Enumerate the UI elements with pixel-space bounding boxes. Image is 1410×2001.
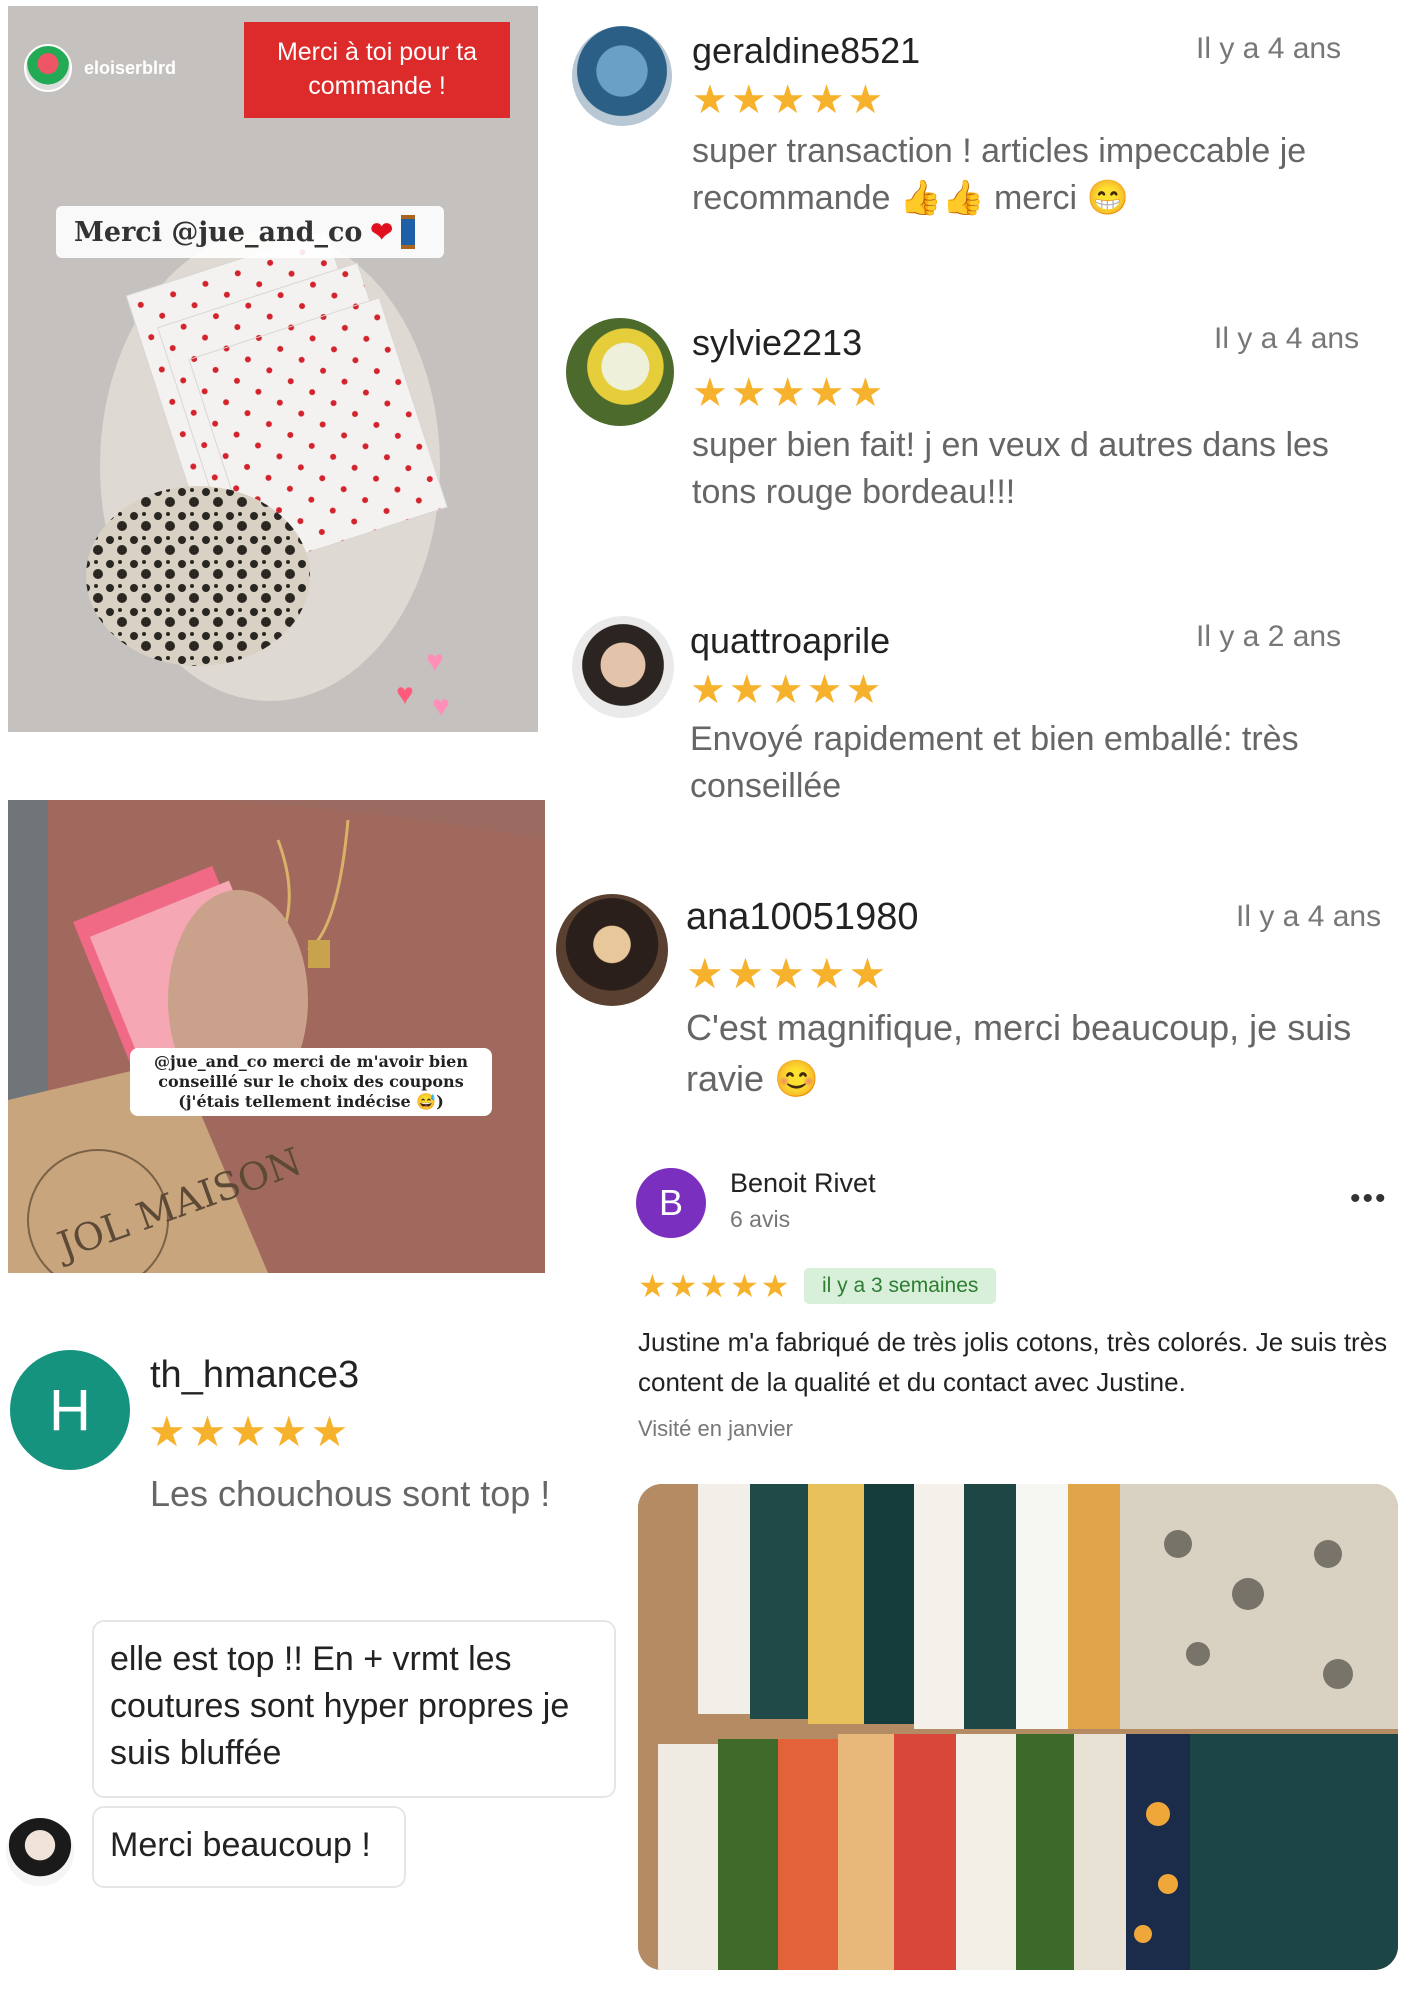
review-stars: ★★★★★ [638,1268,792,1304]
story-username-label: eloiserblrd [84,57,177,78]
avatar-sylvie[interactable] [566,318,674,426]
heart-icon: ❤ [370,216,394,248]
review-time: Il y a 4 ans [1236,900,1382,933]
fabric-photo-image [638,1484,1398,1970]
review-username[interactable]: sylvie2213 [692,322,862,364]
avatar-quattroaprile[interactable] [572,616,674,718]
message-bubble: elle est top !! En + vrmt les coutures s… [92,1620,616,1798]
review-date-chip: il y a 3 semaines [804,1268,997,1304]
chat-avatar[interactable] [6,1818,74,1886]
visit-date: Visité en janvier [638,1416,793,1441]
review-username[interactable]: th_hmance3 [150,1354,359,1397]
more-options-icon[interactable]: ••• [1350,1182,1388,1216]
message-text: elle est top !! En + vrmt les coutures s… [110,1640,570,1772]
story-photo-2: JOL MAISON @jue_and_co merci de m'avoir … [8,800,545,1273]
review-text: Justine m'a fabriqué de très jolis coton… [638,1327,1388,1397]
svg-text:♥: ♥ [426,645,444,678]
story-avatar[interactable] [24,44,72,92]
review-username[interactable]: geraldine8521 [692,30,920,72]
avatar-geraldine[interactable] [572,26,672,126]
review-text: C'est magnifique, merci beaucoup, je sui… [686,1007,1352,1099]
message-text: Merci beaucoup ! [110,1826,371,1864]
review-stars: ★★★★★ [690,668,885,712]
review-stars: ★★★★★ [686,950,890,997]
avatar-benoit[interactable]: B [636,1168,706,1238]
review-stars: ★★★★★ [148,1408,352,1455]
story-photo-1: ♥ ♥ ♥ eloiserblrd Merci à toi pour ta co… [8,6,538,732]
review-time: Il y a 4 ans [1196,32,1342,65]
svg-text:♥: ♥ [396,678,414,711]
review-stars: ★★★★★ [692,371,887,415]
svg-text:♥: ♥ [432,690,450,723]
review-text: Envoyé rapidement et bien emballé: très … [690,720,1299,805]
review-text: super transaction ! articles impeccable … [692,132,1307,217]
review-username[interactable]: quattroaprile [690,620,890,662]
message-bubble: Merci beaucoup ! [92,1806,406,1888]
merci-sticker-text: Merci @jue_and_co [74,216,363,248]
avatar-th-hmance3[interactable]: H [10,1350,130,1470]
review-text: Les chouchous sont top ! [150,1473,551,1514]
story-caption: @jue_and_co merci de m'avoir bien consei… [130,1048,492,1116]
avatar-ana[interactable] [556,894,668,1006]
fabric-photo [638,1484,1398,1970]
thread-spool-icon [401,215,416,249]
review-time: Il y a 2 ans [1196,620,1342,653]
review-time: Il y a 4 ans [1214,322,1360,355]
story-username[interactable]: eloiserblrd [24,44,176,92]
story-photo-2-image: JOL MAISON [8,800,545,1273]
merci-sticker: Merci @jue_and_co ❤ [56,206,444,258]
thanks-badge: Merci à toi pour ta commande ! [244,22,510,118]
review-username[interactable]: ana10051980 [686,896,918,939]
reviewer-name[interactable]: Benoit Rivet [730,1168,876,1199]
review-text: super bien fait! j en veux d autres dans… [692,426,1329,511]
review-count: 6 avis [730,1206,791,1232]
review-stars: ★★★★★ [692,78,887,122]
